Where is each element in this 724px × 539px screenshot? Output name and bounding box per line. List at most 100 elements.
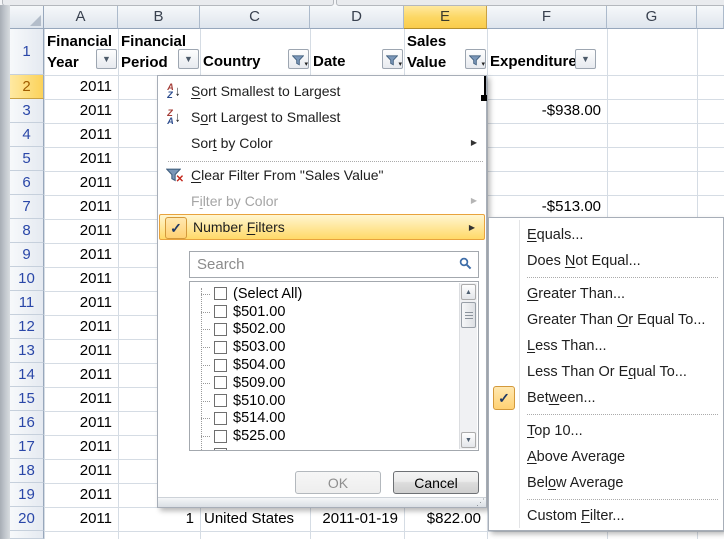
cell-E20[interactable]: $822.00: [404, 507, 487, 531]
filter-value-item[interactable]: $510.00: [190, 392, 478, 410]
menu-item-sort-smallest-to-largest[interactable]: AZ↓Sort Smallest to Largest: [158, 78, 486, 104]
row-header-4[interactable]: 4: [10, 123, 44, 147]
column-header-A[interactable]: A: [44, 5, 118, 29]
menu-item-number-filters[interactable]: ✓Number Filters▶: [159, 214, 485, 240]
cell-A20[interactable]: 2011: [44, 507, 118, 531]
value-checkbox[interactable]: [214, 448, 227, 451]
filter-dropdown-button-F[interactable]: ▼: [575, 49, 596, 69]
cell-A18[interactable]: 2011: [44, 459, 118, 483]
value-checkbox[interactable]: [214, 412, 227, 425]
cell-A5[interactable]: 2011: [44, 147, 118, 171]
filter-value-item[interactable]: $503.00: [190, 338, 478, 356]
row-header-20[interactable]: 20: [10, 507, 44, 531]
column-header-C[interactable]: C: [200, 5, 310, 29]
row-header-10[interactable]: 10: [10, 267, 44, 291]
row-header-7[interactable]: 7: [10, 195, 44, 219]
filter-value-item-partial[interactable]: [190, 445, 478, 451]
cell-A4[interactable]: 2011: [44, 123, 118, 147]
filter-value-item[interactable]: $525.00: [190, 427, 478, 445]
value-checkbox[interactable]: [214, 376, 227, 389]
filter-search-input[interactable]: [189, 251, 479, 278]
menu-item-sort-by-color[interactable]: Sort by Color▶: [158, 130, 486, 156]
filter-funnel-button-C[interactable]: ▾: [288, 49, 309, 69]
menu-item-filter-by-color[interactable]: Filter by Color▶: [158, 188, 486, 214]
filter-value-item[interactable]: $509.00: [190, 374, 478, 392]
row-header-19[interactable]: 19: [10, 483, 44, 507]
row-header-16[interactable]: 16: [10, 411, 44, 435]
row-header-2[interactable]: 2: [10, 75, 44, 99]
cell-A19[interactable]: 2011: [44, 483, 118, 507]
value-checkbox[interactable]: [214, 323, 227, 336]
cell-A16[interactable]: 2011: [44, 411, 118, 435]
cell-A3[interactable]: 2011: [44, 99, 118, 123]
cell-C20[interactable]: United States: [200, 507, 310, 531]
cell-A17[interactable]: 2011: [44, 435, 118, 459]
column-header-D[interactable]: D: [310, 5, 404, 29]
filter-dropdown-button-A[interactable]: ▼: [96, 49, 117, 69]
submenu-item-top-10[interactable]: Top 10...: [489, 418, 723, 444]
dropdown-resize-bar[interactable]: ⋰: [158, 497, 486, 507]
filter-dropdown-button-B[interactable]: ▼: [178, 49, 199, 69]
cell-A15[interactable]: 2011: [44, 387, 118, 411]
column-header-E[interactable]: E: [404, 5, 487, 29]
value-checkbox[interactable]: [214, 287, 227, 300]
filter-funnel-button-D[interactable]: ▾: [382, 49, 403, 69]
column-header-G[interactable]: G: [607, 5, 697, 29]
scroll-down-button[interactable]: ▼: [461, 432, 476, 448]
row-header-1[interactable]: 1: [10, 29, 44, 75]
filter-value-item[interactable]: $504.00: [190, 356, 478, 374]
submenu-item-custom-filter[interactable]: Custom Filter...: [489, 503, 723, 529]
row-header-14[interactable]: 14: [10, 363, 44, 387]
row-header-15[interactable]: 15: [10, 387, 44, 411]
submenu-item-equals[interactable]: Equals...: [489, 222, 723, 248]
row-header-11[interactable]: 11: [10, 291, 44, 315]
filter-value-item[interactable]: (Select All): [190, 285, 478, 303]
submenu-item-greater-than[interactable]: Greater Than...: [489, 281, 723, 307]
scroll-up-button[interactable]: ▲: [461, 284, 476, 300]
row-header-17[interactable]: 17: [10, 435, 44, 459]
cell-A12[interactable]: 2011: [44, 315, 118, 339]
row-header-12[interactable]: 12: [10, 315, 44, 339]
column-header-F[interactable]: F: [487, 5, 607, 29]
submenu-item-less-than-or-equal-to[interactable]: Less Than Or Equal To...: [489, 359, 723, 385]
cell-A11[interactable]: 2011: [44, 291, 118, 315]
list-scrollbar[interactable]: ▲ ▼: [459, 283, 477, 449]
menu-item-sort-largest-to-smallest[interactable]: ZA↓Sort Largest to Smallest: [158, 104, 486, 130]
value-checkbox[interactable]: [214, 341, 227, 354]
row-header-6[interactable]: 6: [10, 171, 44, 195]
cell-A8[interactable]: 2011: [44, 219, 118, 243]
value-checkbox[interactable]: [214, 305, 227, 318]
row-header-5[interactable]: 5: [10, 147, 44, 171]
row-header-9[interactable]: 9: [10, 243, 44, 267]
filter-value-item[interactable]: $502.00: [190, 321, 478, 339]
select-all-corner[interactable]: [10, 5, 44, 29]
active-cell-fill-handle[interactable]: [481, 95, 487, 101]
cancel-button[interactable]: Cancel: [393, 471, 479, 494]
cell-A10[interactable]: 2011: [44, 267, 118, 291]
row-header-18[interactable]: 18: [10, 459, 44, 483]
row-header-13[interactable]: 13: [10, 339, 44, 363]
cell-A9[interactable]: 2011: [44, 243, 118, 267]
cell-A6[interactable]: 2011: [44, 171, 118, 195]
filter-funnel-button-E[interactable]: ▾: [465, 49, 486, 69]
submenu-item-less-than[interactable]: Less Than...: [489, 333, 723, 359]
filter-value-item[interactable]: $501.00: [190, 303, 478, 321]
row-header-partial[interactable]: [10, 531, 44, 539]
cell-D20[interactable]: 2011-01-19: [310, 507, 404, 531]
ok-button[interactable]: OK: [295, 471, 381, 494]
submenu-item-greater-than-or-equal-to[interactable]: Greater Than Or Equal To...: [489, 307, 723, 333]
column-header-partial[interactable]: [697, 5, 724, 29]
filter-value-item[interactable]: $514.00: [190, 410, 478, 428]
value-checkbox[interactable]: [214, 394, 227, 407]
submenu-item-above-average[interactable]: Above Average: [489, 444, 723, 470]
cell-A2[interactable]: 2011: [44, 75, 118, 99]
cell-B20[interactable]: 1: [118, 507, 200, 531]
row-header-3[interactable]: 3: [10, 99, 44, 123]
row-header-8[interactable]: 8: [10, 219, 44, 243]
menu-item-clear-filter-from-sales-value[interactable]: ✕Clear Filter From "Sales Value": [158, 162, 486, 188]
cell-A14[interactable]: 2011: [44, 363, 118, 387]
value-checkbox[interactable]: [214, 359, 227, 372]
cell-F3[interactable]: -$938.00: [487, 99, 607, 123]
value-checkbox[interactable]: [214, 430, 227, 443]
scrollbar-thumb[interactable]: [461, 302, 476, 328]
